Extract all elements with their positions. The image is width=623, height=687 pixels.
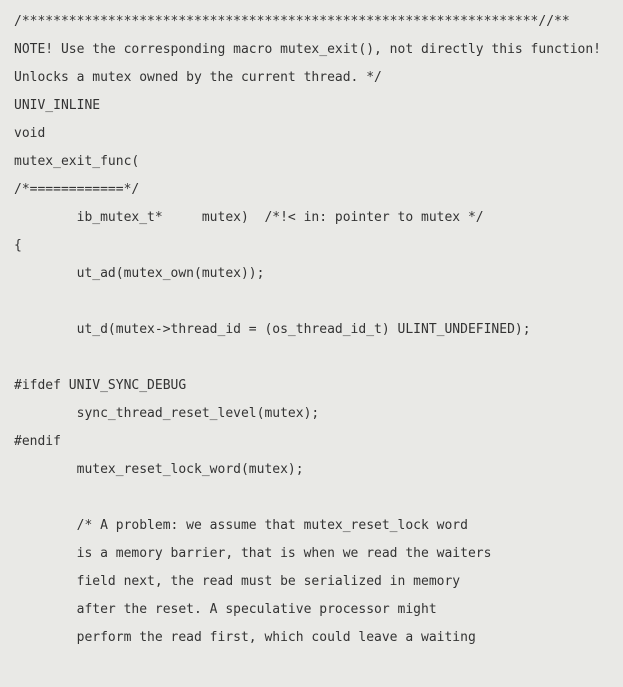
code-block: /***************************************…: [0, 0, 623, 668]
